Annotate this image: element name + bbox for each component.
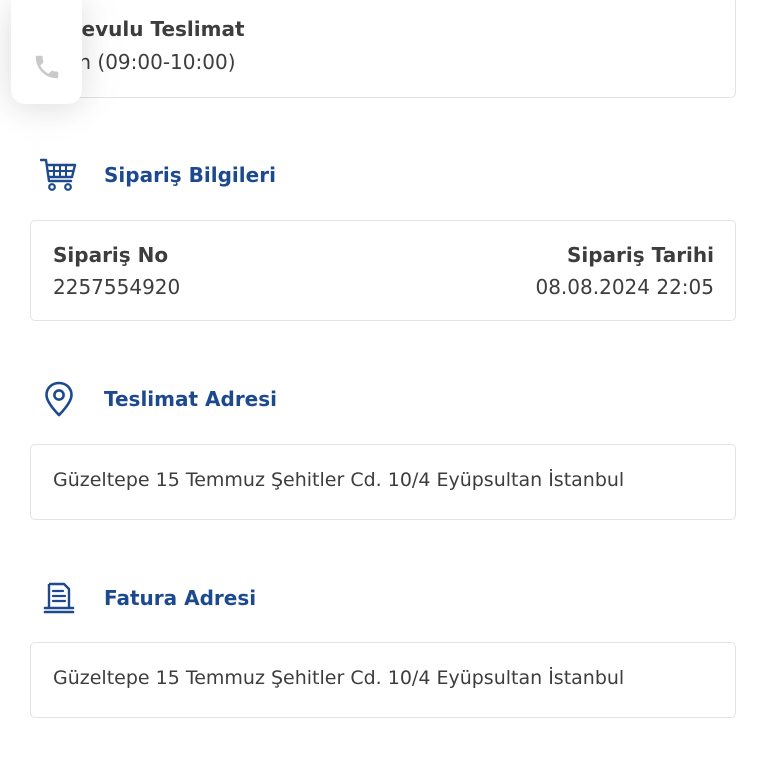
order-number-value: 2257554920 [53,275,181,299]
location-pin-icon [40,380,78,418]
billing-address-header: Fatura Adresi [40,579,256,617]
receipt-icon [40,579,78,617]
order-date-label: Sipariş Tarihi [566,243,714,267]
order-date-block: Sipariş Tarihi 08.08.2024 22:05 [535,243,714,299]
delivery-address-title: Teslimat Adresi [104,387,278,411]
billing-address-title: Fatura Adresi [104,586,257,610]
delivery-type-card: ndevulu Teslimat gün (09:00-10:00) [30,0,736,98]
order-detail-page: ndevulu Teslimat gün (09:00-10:00) Sipar… [0,0,768,768]
order-info-title: Sipariş Bilgileri [104,163,276,187]
billing-address-card: Güzeltepe 15 Temmuz Şehitler Cd. 10/4 Ey… [30,642,736,718]
call-button[interactable] [11,0,82,104]
order-number-label: Sipariş No [53,243,169,267]
order-info-header: Sipariş Bilgileri [40,156,276,194]
billing-address-text: Güzeltepe 15 Temmuz Şehitler Cd. 10/4 Ey… [53,667,625,689]
delivery-address-text: Güzeltepe 15 Temmuz Şehitler Cd. 10/4 Ey… [53,469,625,491]
order-date-value: 08.08.2024 22:05 [535,275,714,299]
delivery-address-header: Teslimat Adresi [40,380,277,418]
order-number-block: Sipariş No 2257554920 [53,243,180,299]
phone-icon [32,52,62,86]
delivery-address-card: Güzeltepe 15 Temmuz Şehitler Cd. 10/4 Ey… [30,444,736,520]
order-info-card: Sipariş No 2257554920 Sipariş Tarihi 08.… [30,220,736,321]
cart-icon [40,156,78,194]
